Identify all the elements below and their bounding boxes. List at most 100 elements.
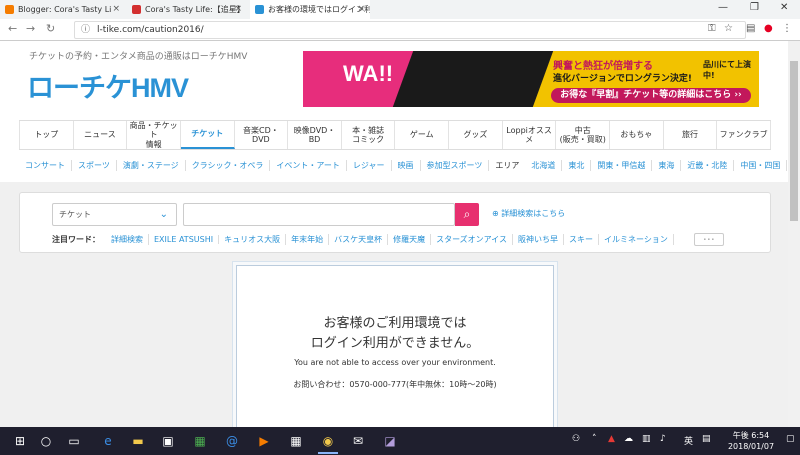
ime-indicator[interactable]: 英 (684, 434, 693, 447)
hot-word-link[interactable]: EXILE ATSUSHI (149, 235, 220, 244)
pinterest-icon[interactable]: ● (764, 23, 773, 34)
main-nav-item[interactable]: 商品・チケット 情報 (127, 121, 181, 149)
promo-banner[interactable]: WA!! 興奮と熱狂が倍増する 進化バージョンでロングラン決定! 品川にて上演中… (303, 51, 759, 107)
sub-nav-item[interactable]: 演劇・ステージ (117, 159, 186, 171)
store-icon[interactable]: ▣ (158, 431, 178, 451)
chrome-icon[interactable]: ◉ (318, 431, 338, 451)
windows-taskbar: ⊞ ○ ▭ e ▬ ▣ ▦ @ ▶ ▦ ◉ ✉ ◪ ⚇ ˄ ▲ ☁ ▥ ♪ 英 … (0, 427, 800, 455)
area-nav-item[interactable]: 中国・四国 (734, 159, 788, 171)
extension-icon[interactable]: ▤ (746, 23, 755, 34)
adobe-icon[interactable]: ▲ (608, 434, 615, 444)
site-logo[interactable]: ローチケHMV (27, 66, 189, 105)
main-nav-item[interactable]: グッズ (449, 121, 503, 149)
area-nav-item[interactable]: 関東・甲信越 (591, 159, 653, 171)
sub-nav-item[interactable]: イベント・アート (270, 159, 347, 171)
close-tab-icon[interactable]: × (112, 0, 120, 19)
area-nav-item[interactable]: 近畿・北陸 (681, 159, 735, 171)
search-input[interactable] (183, 203, 455, 226)
scrollbar-thumb[interactable] (790, 61, 798, 221)
file-explorer-icon[interactable]: ▬ (128, 431, 148, 451)
maximize-icon[interactable]: ❐ (750, 2, 759, 13)
hot-word-link[interactable]: 年末年始 (286, 234, 330, 245)
sub-nav-item[interactable]: スポーツ (72, 159, 117, 171)
network-icon[interactable]: ▥ (642, 434, 651, 444)
sub-nav-item[interactable]: レジャー (347, 159, 392, 171)
system-clock[interactable]: 午後 6:54 2018/01/07 (722, 430, 780, 452)
chevron-up-icon[interactable]: ˄ (592, 434, 597, 444)
browser-tab[interactable]: Blogger: Cora's Tasty Li × (0, 0, 125, 19)
onenote-icon[interactable]: ◪ (380, 431, 400, 451)
main-nav-item[interactable]: ゲーム (395, 121, 450, 149)
minimize-icon[interactable]: — (718, 2, 728, 13)
banner-black-block (392, 51, 554, 107)
main-nav-item[interactable]: 旅行 (664, 121, 718, 149)
hot-word-link[interactable]: イルミネーション (599, 234, 674, 245)
people-icon[interactable]: ⚇ (572, 434, 580, 444)
reload-icon[interactable]: ↻ (46, 22, 55, 35)
main-nav-item[interactable]: 映像DVD・BD (288, 121, 342, 149)
advanced-search-link[interactable]: ⊕ 詳細検索はこちら (492, 208, 565, 219)
main-nav-item[interactable]: ファンクラブ (717, 121, 771, 149)
main-nav-item[interactable]: 音楽CD・DVD (235, 121, 289, 149)
main-nav-item[interactable]: Loppiオススメ (503, 121, 557, 149)
banner-line3: 品川にて上演中! (703, 60, 751, 80)
hot-word-link[interactable]: 詳細検索 (106, 234, 149, 245)
browser-tab-active[interactable]: お客様の環境ではログイン利 × (250, 0, 370, 19)
keyboard-icon[interactable]: ▤ (702, 434, 711, 444)
star-icon[interactable]: ☆ (724, 23, 733, 34)
notifications-icon[interactable]: ▢ (786, 434, 795, 444)
menu-icon[interactable]: ⋮ (782, 23, 792, 34)
category-select[interactable]: チケット ⌄ (52, 203, 177, 226)
notice-box: お客様のご利用環境では ログイン利用ができません。 You are not ab… (236, 265, 554, 427)
site-favicon-icon (132, 5, 141, 14)
hot-word-link[interactable]: 阪神いち早 (513, 234, 565, 245)
hot-word-link[interactable]: スターズオンアイス (431, 234, 514, 245)
main-nav-item[interactable]: 中古 (販売・買取) (556, 121, 611, 149)
close-tab-icon[interactable]: × (357, 0, 365, 19)
close-window-icon[interactable]: ✕ (780, 2, 788, 13)
sub-nav-item[interactable]: 参加型スポーツ (421, 159, 490, 171)
info-icon[interactable]: ⓘ (81, 22, 90, 38)
hot-word-link[interactable]: 修羅天魔 (388, 234, 432, 245)
search-icon[interactable]: ○ (36, 431, 56, 451)
area-nav-item[interactable]: 北海道 (525, 159, 563, 171)
task-view-icon[interactable]: ▭ (64, 431, 84, 451)
mail-app-icon[interactable]: @ (222, 431, 242, 451)
sub-nav-item[interactable]: コンサート (19, 159, 72, 171)
media-icon[interactable]: ▶ (254, 431, 274, 451)
browser-tab[interactable]: Cora's Tasty Life:【追星】 × (127, 0, 247, 19)
key-icon[interactable]: ⚿ (708, 23, 716, 34)
forward-icon[interactable]: → (26, 22, 35, 35)
more-hot-words-button[interactable]: ･･･ (693, 233, 724, 246)
tab-title: Cora's Tasty Life:【追星】 (145, 5, 245, 14)
area-nav-item[interactable]: 東海 (652, 159, 682, 171)
main-nav-item[interactable]: チケット (180, 121, 235, 149)
sub-nav-item[interactable]: クラシック・オペラ (186, 159, 271, 171)
sub-nav-item[interactable]: 映画 (392, 159, 421, 171)
area-nav-item[interactable]: 東北 (562, 159, 592, 171)
back-icon[interactable]: ← (8, 22, 17, 35)
close-tab-icon[interactable]: × (234, 0, 242, 19)
calendar-icon[interactable]: ▦ (286, 431, 306, 451)
main-nav-item[interactable]: ニュース (74, 121, 128, 149)
volume-icon[interactable]: ♪ (660, 434, 666, 444)
cloud-icon[interactable]: ☁ (624, 434, 633, 444)
clock-date: 2018/01/07 (727, 442, 775, 451)
main-nav-item[interactable]: 本・雑誌 コミック (342, 121, 396, 149)
edge-icon[interactable]: e (98, 431, 118, 451)
main-nav-item[interactable]: トップ (19, 121, 74, 149)
calculator-icon[interactable]: ▦ (190, 431, 210, 451)
search-button[interactable]: ⌕ (455, 203, 479, 226)
main-nav-item[interactable]: おもちゃ (610, 121, 664, 149)
banner-cta[interactable]: お得な『早割』チケット等の詳細はこちら ›› (551, 88, 751, 103)
page-scrollbar[interactable] (788, 41, 800, 427)
hot-word-link[interactable]: バスケ天皇杯 (329, 234, 389, 245)
hot-word-link[interactable]: キュリオス大阪 (219, 234, 287, 245)
banner-brand: WA!! (343, 61, 394, 86)
url-input[interactable]: ⓘ l-tike.com/caution2016/ (74, 21, 746, 39)
windows-start-icon[interactable]: ⊞ (10, 431, 30, 451)
mail-icon[interactable]: ✉ (348, 431, 368, 451)
zoom-icon: ⊕ (492, 209, 499, 218)
hot-word-link[interactable]: スキー (564, 234, 600, 245)
site-tagline: チケットの予約・エンタメ商品の通販はローチケHMV (29, 52, 248, 62)
